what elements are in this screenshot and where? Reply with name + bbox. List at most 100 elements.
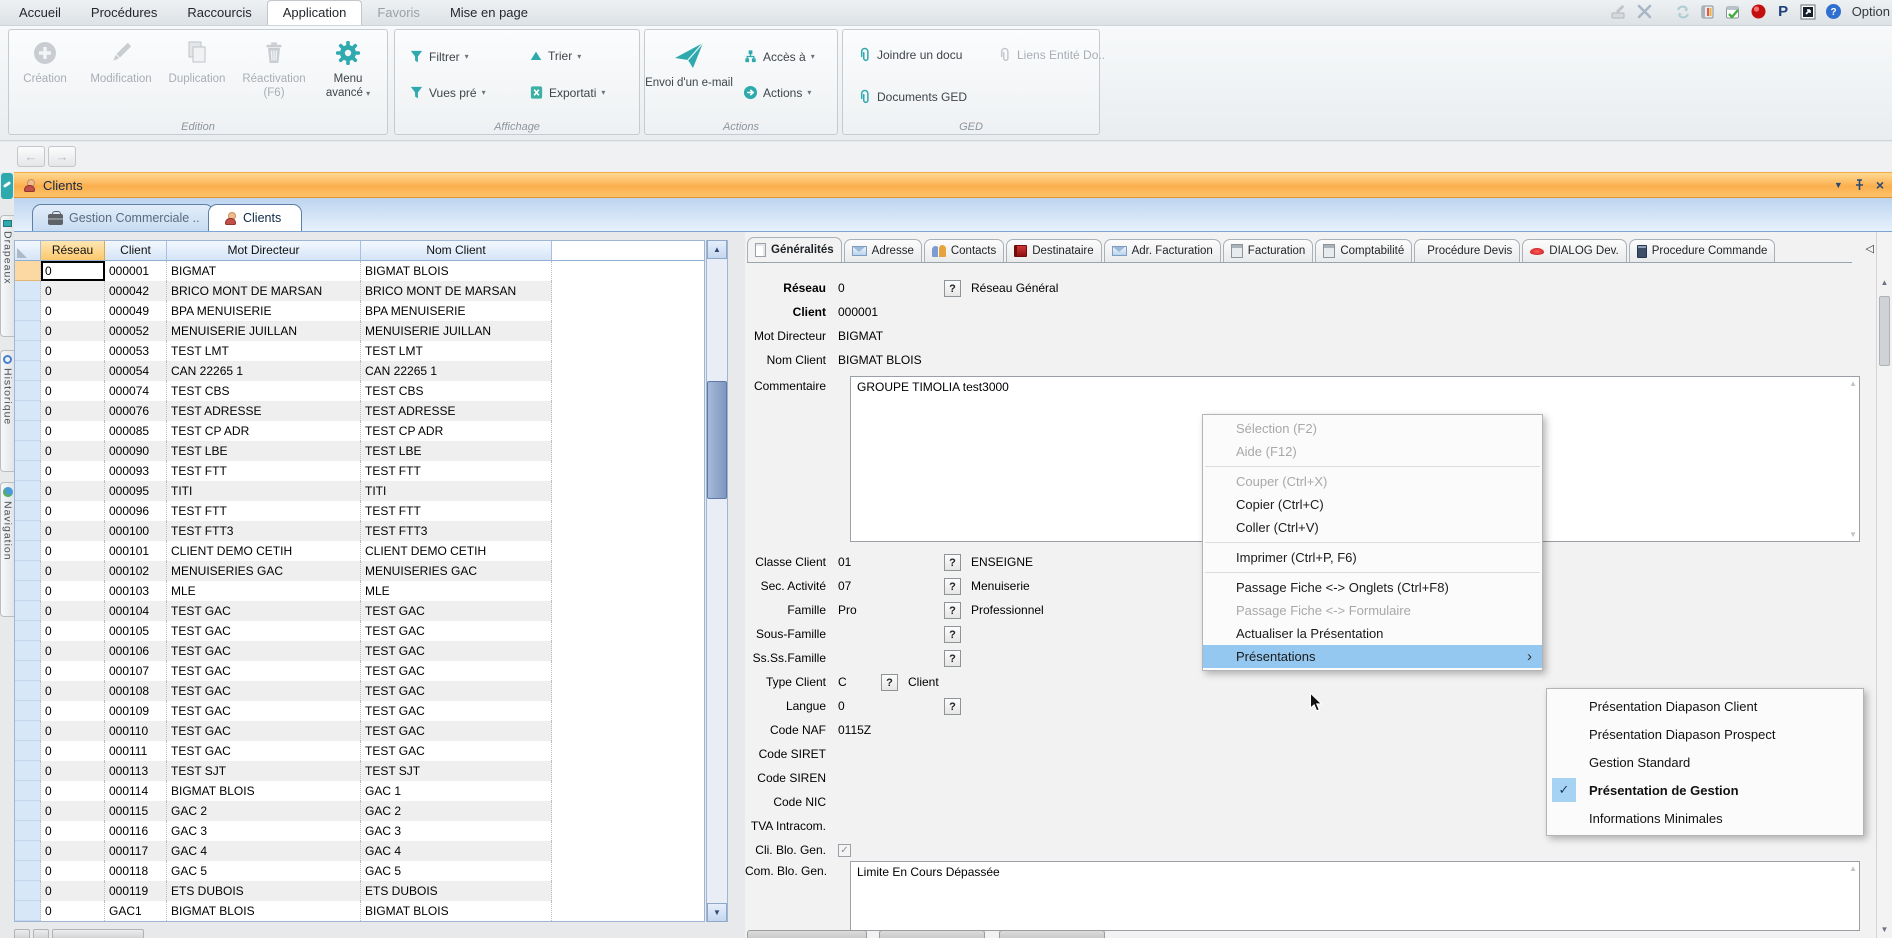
field-value-client[interactable]: 000001 [838,305,944,319]
help-icon[interactable]: ? [1825,3,1842,20]
cell-mot-directeur[interactable]: TEST LMT [167,341,361,361]
cell-client[interactable]: 000105 [105,621,167,641]
field-value-code-naf[interactable]: 0115Z [838,723,944,737]
filtrer-button[interactable]: Filtrer ▾ [403,46,475,67]
bottom-button-2[interactable] [879,930,985,938]
context-menu-item-imprimer-ctrl-p-f6[interactable]: Imprimer (Ctrl+P, F6) [1203,546,1542,569]
row-selector[interactable] [15,581,41,601]
cell-nom-client[interactable]: TEST GAC [361,701,552,721]
row-selector[interactable] [15,501,41,521]
cell-mot-directeur[interactable]: GAC 5 [167,861,361,881]
row-selector[interactable] [15,801,41,821]
menu-tab-accueil[interactable]: Accueil [4,1,76,25]
row-selector[interactable] [15,301,41,321]
detail-tab-destinataire[interactable]: Destinataire [1006,239,1101,263]
cell-client[interactable]: 000096 [105,501,167,521]
joindre-document-button[interactable]: Joindre un docu [851,44,968,66]
row-selector[interactable] [15,741,41,761]
table-row[interactable]: 0000117GAC 4GAC 4 [15,841,704,861]
row-selector[interactable] [15,881,41,901]
pager-prev-button[interactable] [33,929,49,938]
field-value-sec-activit[interactable]: 07 [838,579,944,593]
table-row[interactable]: 0000109TEST GACTEST GAC [15,701,704,721]
row-selector[interactable] [15,441,41,461]
cell-reseau[interactable]: 0 [41,341,105,361]
cell-client[interactable]: 000101 [105,541,167,561]
cell-mot-directeur[interactable]: BIGMAT [167,261,361,281]
column-header-client[interactable]: Client [105,241,167,261]
external-window-icon[interactable] [1800,3,1817,20]
cell-mot-directeur[interactable]: GAC 3 [167,821,361,841]
cell-client[interactable]: 000111 [105,741,167,761]
cell-reseau[interactable]: 0 [41,701,105,721]
row-selector[interactable] [15,721,41,741]
table-row[interactable]: 0000001BIGMATBIGMAT BLOIS [15,261,704,281]
actions-button[interactable]: Actions ▾ [737,82,817,103]
cell-nom-client[interactable]: TEST GAC [361,621,552,641]
cell-mot-directeur[interactable]: GAC 4 [167,841,361,861]
table-row[interactable]: 0000115GAC 2GAC 2 [15,801,704,821]
scroll-up-button[interactable]: ▲ [707,240,727,259]
detail-vertical-scrollbar[interactable]: ▲ ▼ [1876,232,1892,938]
cell-reseau[interactable]: 0 [41,261,105,281]
row-selector[interactable] [15,901,41,921]
cell-mot-directeur[interactable]: MENUISERIE JUILLAN [167,321,361,341]
cell-nom-client[interactable]: CAN 22265 1 [361,361,552,381]
cell-nom-client[interactable]: TEST GAC [361,601,552,621]
refresh-icon[interactable] [1675,3,1692,20]
pin-icon[interactable] [1854,179,1865,191]
cell-nom-client[interactable]: TEST CBS [361,381,552,401]
window-menu-caret-icon[interactable]: ▼ [1834,180,1843,190]
detail-tab-procedure-commande[interactable]: Procedure Commande [1629,239,1776,263]
help-button[interactable]: ? [944,626,961,643]
row-selector[interactable] [15,361,41,381]
column-header-nom-client[interactable]: Nom Client [361,241,552,261]
cell-nom-client[interactable]: TEST ADRESSE [361,401,552,421]
cell-reseau[interactable]: 0 [41,401,105,421]
cell-nom-client[interactable]: TEST GAC [361,681,552,701]
cell-reseau[interactable]: 0 [41,641,105,661]
row-selector[interactable] [15,341,41,361]
cell-reseau[interactable]: 0 [41,621,105,641]
cell-client[interactable]: 000054 [105,361,167,381]
scroll-down-button[interactable]: ▼ [707,903,727,922]
table-row[interactable]: 0000052MENUISERIE JUILLANMENUISERIE JUIL… [15,321,704,341]
cell-mot-directeur[interactable]: BIGMAT BLOIS [167,781,361,801]
row-selector[interactable] [15,381,41,401]
table-row[interactable]: 0000110TEST GACTEST GAC [15,721,704,741]
cell-reseau[interactable]: 0 [41,561,105,581]
detail-tab-adr-facturation[interactable]: Adr. Facturation [1104,239,1221,263]
cell-client[interactable]: 000107 [105,661,167,681]
cell-reseau[interactable]: 0 [41,421,105,441]
cell-mot-directeur[interactable]: TEST GAC [167,741,361,761]
table-row[interactable]: 0GAC1BIGMAT BLOISBIGMAT BLOIS [15,901,704,921]
cell-reseau[interactable]: 0 [41,321,105,341]
cell-mot-directeur[interactable]: BRICO MONT DE MARSAN [167,281,361,301]
row-selector[interactable] [15,821,41,841]
cell-client[interactable]: 000053 [105,341,167,361]
detail-tab-adresse[interactable]: Adresse [844,239,922,263]
cell-reseau[interactable]: 0 [41,361,105,381]
doc-tab-clients[interactable]: Clients [208,204,302,231]
table-row[interactable]: 0000102MENUISERIES GACMENUISERIES GAC [15,561,704,581]
cell-reseau[interactable]: 0 [41,661,105,681]
table-row[interactable]: 0000096TEST FTTTEST FTT [15,501,704,521]
table-row[interactable]: 0000049BPA MENUISERIEBPA MENUISERIE [15,301,704,321]
help-button[interactable]: ? [881,674,898,691]
cell-reseau[interactable]: 0 [41,541,105,561]
table-row[interactable]: 0000103MLEMLE [15,581,704,601]
cell-reseau[interactable]: 0 [41,901,105,921]
address-book-icon[interactable] [1700,3,1717,20]
cell-client[interactable]: 000119 [105,881,167,901]
cell-nom-client[interactable]: BIGMAT BLOIS [361,261,552,281]
cell-client[interactable]: 000115 [105,801,167,821]
cell-reseau[interactable]: 0 [41,741,105,761]
cell-nom-client[interactable]: ETS DUBOIS [361,881,552,901]
row-selector[interactable] [15,621,41,641]
table-row[interactable]: 0000113TEST SJTTEST SJT [15,761,704,781]
table-row[interactable]: 0000107TEST GACTEST GAC [15,661,704,681]
cell-mot-directeur[interactable]: TEST CP ADR [167,421,361,441]
envoi-email-button[interactable]: Envoi d'un e-mail [645,30,733,116]
cell-mot-directeur[interactable]: BPA MENUISERIE [167,301,361,321]
field-value-langue[interactable]: 0 [838,699,944,713]
